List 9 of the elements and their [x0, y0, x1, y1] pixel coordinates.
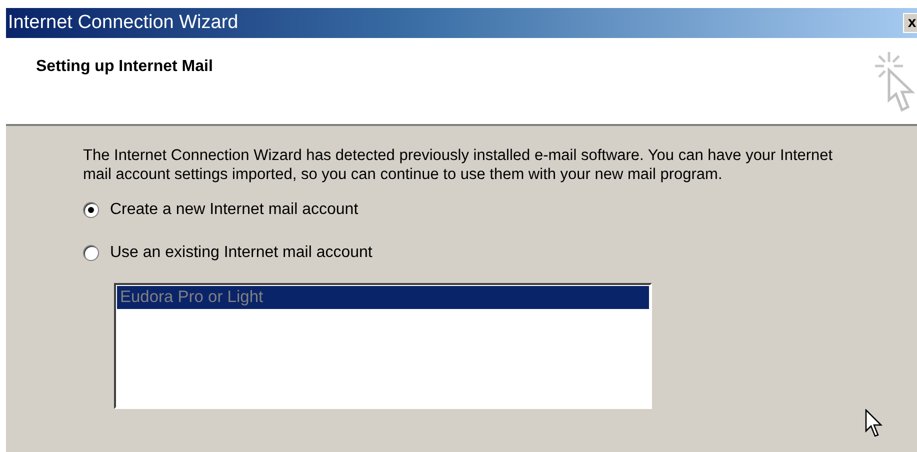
page-heading: Setting up Internet Mail	[36, 58, 213, 77]
window-title: Internet Connection Wizard	[7, 12, 238, 34]
radio-button[interactable]	[83, 202, 99, 218]
intro-paragraph: The Internet Connection Wizard has detected previously installed e-mail software. You can have your Internet mail account settings imported, so you can continue to use them with your new mail program.	[83, 146, 834, 184]
radio-button[interactable]	[83, 244, 99, 260]
radio-label[interactable]: Create a new Internet mail account	[110, 200, 358, 218]
close-button[interactable]: x	[903, 13, 917, 33]
mouse-pointer-icon	[865, 409, 885, 439]
radio-label[interactable]: Use an existing Internet mail account	[110, 244, 372, 262]
